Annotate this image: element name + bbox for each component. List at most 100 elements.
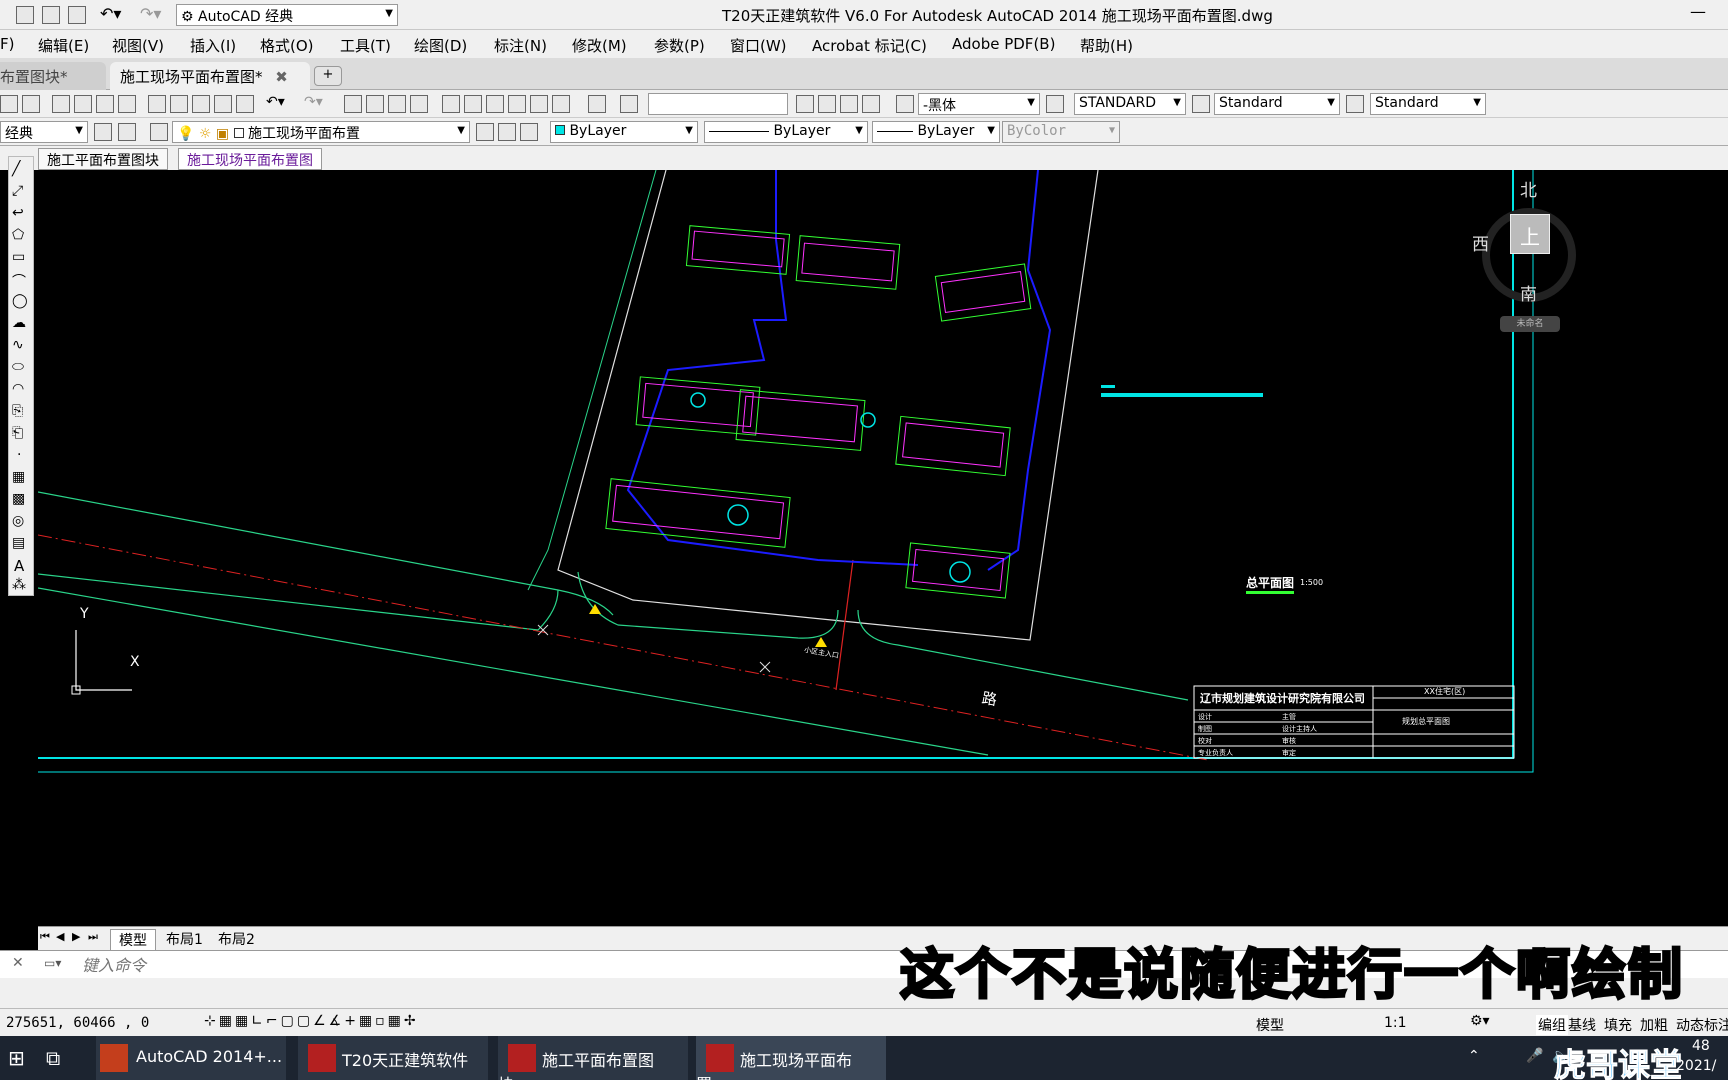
make-current-icon[interactable] — [476, 123, 494, 141]
close-command-icon[interactable]: ✕ — [12, 955, 24, 971]
ellipse-icon[interactable]: ⬭ — [12, 359, 24, 375]
undo-icon[interactable]: ↶▾ — [266, 94, 285, 110]
menu-file[interactable]: F) — [0, 35, 14, 53]
nav-prev-icon[interactable]: ◀ — [56, 930, 64, 943]
workspace-switch-icon[interactable]: ⚙▾ — [1470, 1013, 1490, 1029]
text-tool-icon[interactable] — [818, 95, 836, 113]
model-space-button[interactable]: 模型 — [1256, 1015, 1284, 1035]
polyline-icon[interactable]: ↩ — [12, 205, 24, 221]
minimize-button[interactable]: — — [1690, 2, 1706, 21]
menu-modify[interactable]: 修改(M) — [572, 35, 627, 56]
sheet-set-icon[interactable] — [508, 95, 526, 113]
new-tab-button[interactable]: + — [314, 66, 342, 86]
command-input[interactable] — [82, 954, 782, 976]
status-item[interactable]: 填充 — [1604, 1015, 1632, 1035]
cut-icon[interactable] — [148, 95, 166, 113]
doc-tab-site-plan[interactable]: 施工现场平面布置图 — [178, 148, 322, 170]
font-combo[interactable]: -黑体 ▼ — [918, 93, 1040, 115]
taskbar-item-ppt[interactable]: AutoCAD 2014+... — [96, 1036, 286, 1080]
doc-tab-block[interactable]: 施工平面布置图块 — [38, 148, 168, 170]
tool-palettes-icon[interactable] — [486, 95, 504, 113]
microphone-icon[interactable]: 🎤 — [1526, 1048, 1543, 1064]
insert-block-icon[interactable]: ⎘ — [12, 403, 23, 419]
taskbar-item-block-drawing[interactable]: 施工平面布置图块.... — [498, 1036, 688, 1080]
text-style-icon[interactable] — [620, 95, 638, 113]
status-item[interactable]: 基线 — [1568, 1015, 1596, 1035]
file-tab-block[interactable]: 布置图块* — [0, 62, 106, 90]
settings-icon[interactable] — [94, 123, 112, 141]
snap-mode-icons[interactable]: ⊹▦▦∟⌐▢▢∠∡+▦▫▦✢ — [204, 1013, 419, 1029]
layer-match-icon[interactable] — [520, 123, 538, 141]
markup-icon[interactable] — [530, 95, 548, 113]
redo-icon[interactable]: ↷▾ — [140, 4, 161, 23]
dim-style-combo[interactable]: Standard ▼ — [1214, 93, 1340, 115]
construction-line-icon[interactable]: ⤢ — [12, 183, 23, 199]
layer-combo[interactable]: 💡 ☼ ▣ 施工现场平面布置 ▼ — [172, 121, 470, 143]
compass-north[interactable]: 北 — [1520, 176, 1537, 201]
quickcalc-icon[interactable] — [552, 95, 570, 113]
tray-chevron-icon[interactable]: ⌃ — [1468, 1048, 1480, 1064]
help-icon[interactable] — [588, 95, 606, 113]
drawing-canvas[interactable]: 总平面图 1:500 路 小区主入口 辽市规划建筑设计研究院有限公司 XX住宅(… — [38, 170, 1728, 928]
workspace-combo[interactable]: ⚙ AutoCAD 经典 ▼ — [176, 4, 398, 26]
design-center-icon[interactable] — [464, 95, 482, 113]
polygon-icon[interactable]: ⬠ — [12, 227, 24, 243]
layer-previous-icon[interactable] — [498, 123, 516, 141]
taskbar-item-t20[interactable]: T20天正建筑软件 ... — [298, 1036, 488, 1080]
file-tab-site-plan[interactable]: 施工现场平面布置图* ✖ — [110, 62, 310, 90]
viewcube-top-face[interactable]: 上 — [1510, 214, 1550, 254]
text-style-combo[interactable]: STANDARD ▼ — [1074, 93, 1186, 115]
mtext-icon[interactable]: A — [14, 557, 24, 575]
properties-icon[interactable] — [442, 95, 460, 113]
region-icon[interactable]: ◎ — [12, 513, 24, 529]
color-combo[interactable]: ByLayer ▼ — [550, 121, 698, 143]
dimension-style-icon[interactable] — [1192, 95, 1210, 113]
circle-icon[interactable]: ◯ — [12, 293, 28, 309]
block-editor-icon[interactable] — [236, 95, 254, 113]
find-icon[interactable] — [796, 95, 814, 113]
table-style-combo[interactable]: Standard ▼ — [1370, 93, 1486, 115]
annotation-scale[interactable]: 1:1 — [1384, 1015, 1407, 1031]
table-icon[interactable]: ▤ — [12, 535, 25, 551]
menu-draw[interactable]: 绘图(D) — [414, 35, 467, 56]
coordinates-readout[interactable]: 275651, 60466 , 0 — [6, 1015, 149, 1031]
tab-layout2[interactable]: 布局2 — [212, 929, 261, 949]
print-icon[interactable] — [68, 6, 86, 24]
zoom-realtime-icon[interactable] — [366, 95, 384, 113]
taskbar-item-site-plan[interactable]: 施工现场平面布置.... — [696, 1036, 886, 1080]
viewcube[interactable]: 北 西 南 上 未命名 — [1472, 176, 1578, 336]
task-view-icon[interactable]: ⧉ — [46, 1046, 60, 1070]
status-item[interactable]: 编组 — [1536, 1015, 1568, 1035]
menu-edit[interactable]: 编辑(E) — [38, 35, 89, 56]
menu-help[interactable]: 帮助(H) — [1080, 35, 1133, 56]
arc-icon[interactable]: ⌒ — [12, 271, 26, 291]
tab-layout1[interactable]: 布局1 — [160, 929, 209, 949]
nav-next-icon[interactable]: ▶ — [72, 930, 80, 943]
nav-first-icon[interactable]: ⏮ — [40, 930, 50, 944]
gradient-icon[interactable]: ▩ — [12, 491, 25, 507]
spline-icon[interactable]: ∿ — [12, 337, 24, 353]
spell-icon[interactable] — [840, 95, 858, 113]
open-icon[interactable] — [0, 95, 18, 113]
scale-text-icon[interactable] — [862, 95, 880, 113]
save-icon[interactable] — [16, 6, 34, 24]
tab-model[interactable]: 模型 — [110, 929, 156, 951]
clock-date[interactable]: 2021/ — [1676, 1058, 1716, 1074]
workspace-short-combo[interactable]: 经典 ▼ — [0, 121, 88, 143]
nav-last-icon[interactable]: ⏭ — [88, 930, 98, 944]
menu-acrobat[interactable]: Acrobat 标记(C) — [812, 35, 927, 56]
compass-west[interactable]: 西 — [1472, 230, 1489, 255]
font-icon[interactable] — [896, 95, 914, 113]
dim-style-icon[interactable] — [1046, 95, 1064, 113]
menu-dimension[interactable]: 标注(N) — [494, 35, 547, 56]
pan-icon[interactable] — [344, 95, 362, 113]
menu-adobe-pdf[interactable]: Adobe PDF(B) — [952, 35, 1055, 53]
rectangle-icon[interactable]: ▭ — [12, 249, 25, 265]
copy-icon[interactable] — [170, 95, 188, 113]
text-input-combo[interactable] — [648, 93, 788, 115]
status-item[interactable]: 加粗 — [1640, 1015, 1668, 1035]
match-properties-icon[interactable] — [214, 95, 232, 113]
zoom-previous-icon[interactable] — [410, 95, 428, 113]
menu-window[interactable]: 窗口(W) — [730, 35, 787, 56]
close-icon[interactable]: ✖ — [275, 68, 288, 86]
